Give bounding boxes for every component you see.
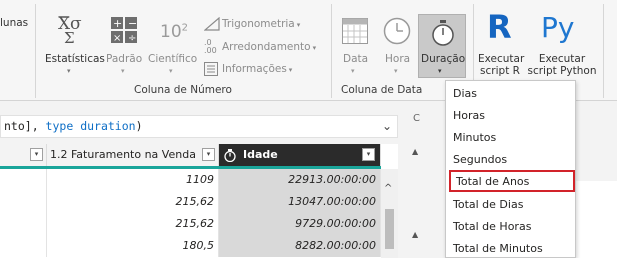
table-cell xyxy=(0,235,47,257)
time-chevron-icon: ▾ xyxy=(394,67,398,75)
ribbon-separator xyxy=(35,4,36,98)
run-r-script-label: Executar script R xyxy=(478,53,525,77)
information-label: Informações ▾ xyxy=(222,63,293,75)
column-filter-button[interactable]: ▾ xyxy=(30,148,43,161)
table-cell: 9729.00:00:00 xyxy=(219,213,381,235)
scientific-icon: 102 xyxy=(160,22,188,42)
vertical-scrollbar[interactable]: ^ xyxy=(381,169,398,258)
menu-item-total-de-minutos[interactable]: Total de Minutos xyxy=(446,238,575,258)
formula-keyword-type: type xyxy=(45,119,74,133)
scroll-up-icon[interactable]: ^ xyxy=(384,183,392,194)
rounding-text: Arredondamento xyxy=(222,41,311,53)
table-cell: 22913.00:00:00 xyxy=(219,169,381,191)
table-row: 180,5 8282.00:00:00 xyxy=(0,235,398,257)
rounding-label: Arredondamento ▾ xyxy=(222,41,317,53)
statistics-label: Estatísticas xyxy=(45,53,105,65)
menu-item-dias[interactable]: Dias xyxy=(446,83,575,105)
pane-list-area xyxy=(575,181,617,258)
ribbon-separator xyxy=(603,4,604,98)
column-header-faturamento-label: 1.2 Faturamento na Venda xyxy=(50,148,196,161)
number-column-group-label: Coluna de Número xyxy=(134,84,232,96)
collapse-triangle-icon[interactable]: ▲ xyxy=(412,230,418,239)
menu-item-total-de-horas[interactable]: Total de Horas xyxy=(446,216,575,238)
collapse-triangle-icon[interactable]: ▲ xyxy=(412,147,418,156)
standard-label: Padrão xyxy=(106,53,143,65)
date-chevron-icon: ▾ xyxy=(351,67,355,75)
svg-text:×: × xyxy=(113,33,121,44)
calendar-icon xyxy=(342,18,368,44)
scientific-chevron-icon: ▾ xyxy=(169,67,173,75)
duration-dropdown-menu: Dias Horas Minutos Segundos Total de Ano… xyxy=(445,80,576,258)
svg-text:+: + xyxy=(113,17,122,30)
svg-text:÷: ÷ xyxy=(128,33,136,44)
table-cell: 13047.00:00:00 xyxy=(219,191,381,213)
ribbon-separator xyxy=(331,4,332,98)
formula-suffix: ) xyxy=(135,119,143,133)
formula-prefix: nto], xyxy=(4,119,46,133)
menu-item-horas[interactable]: Horas xyxy=(446,105,575,127)
trigonometry-label: Trigonometria ▾ xyxy=(222,18,301,30)
table-cell xyxy=(0,169,47,191)
table-row: 215,62 13047.00:00:00 xyxy=(0,191,398,213)
svg-text:Σ: Σ xyxy=(64,29,75,44)
menu-item-total-de-dias[interactable]: Total de Dias xyxy=(446,194,575,216)
duration-label: Duração xyxy=(421,53,466,65)
pane-header-fragment: C xyxy=(413,113,420,124)
table-cell: 215,62 xyxy=(47,213,219,235)
standard-chevron-icon: ▾ xyxy=(121,67,125,75)
statistics-icon: X σ Σ xyxy=(58,14,82,44)
run-python-script-label: Executar script Python xyxy=(527,53,597,77)
table-cell: 180,5 xyxy=(47,235,219,257)
column-filter-button[interactable]: ▾ xyxy=(202,148,215,161)
scientific-icon-exponent: 2 xyxy=(181,22,189,34)
statistics-chevron-icon: ▾ xyxy=(67,67,71,75)
time-label: Hora xyxy=(385,53,411,65)
stopwatch-icon xyxy=(432,20,454,46)
duration-button[interactable]: Duração ▾ xyxy=(418,14,466,78)
trigonometry-text: Trigonometria xyxy=(222,18,295,30)
column-header-idade-label: Idade xyxy=(243,148,278,161)
clock-icon xyxy=(383,17,411,45)
table-cell: 8282.00:00:00 xyxy=(219,235,381,257)
column-filter-button[interactable]: ▾ xyxy=(362,148,375,161)
scientific-icon-base: 10 xyxy=(160,22,182,42)
truncated-column-label: lunas xyxy=(0,17,29,29)
column-header-idade[interactable]: Idade ▾ xyxy=(219,144,381,166)
information-text: Informações xyxy=(222,63,287,75)
date-column-group-label: Coluna de Data xyxy=(341,84,423,96)
table-row: 1109 22913.00:00:00 xyxy=(0,169,398,191)
table-row: 215,62 9729.00:00:00 xyxy=(0,213,398,235)
run-r-script-line1: Executar xyxy=(478,53,525,65)
menu-item-minutos[interactable]: Minutos xyxy=(446,127,575,149)
svg-text:−: − xyxy=(128,17,137,30)
formula-keyword-duration: duration xyxy=(80,119,136,133)
table-cell xyxy=(0,213,47,235)
run-python-script-line1: Executar xyxy=(538,53,586,65)
information-icon xyxy=(204,62,218,76)
trigonometry-icon xyxy=(204,17,220,31)
table-cell: 215,62 xyxy=(47,191,219,213)
column-header-previous[interactable]: ▾ xyxy=(0,144,47,166)
menu-item-segundos[interactable]: Segundos xyxy=(446,149,575,171)
data-grid: ▾ 1.2 Faturamento na Venda ▾ Idade ▾ 110… xyxy=(0,144,398,258)
duration-chevron-icon: ▾ xyxy=(438,67,442,75)
r-icon: R xyxy=(487,8,512,46)
menu-item-total-de-anos[interactable]: Total de Anos xyxy=(449,170,575,192)
run-python-script-line2: script Python xyxy=(527,65,597,77)
column-header-faturamento[interactable]: 1.2 Faturamento na Venda ▾ xyxy=(47,144,219,166)
table-cell: 1109 xyxy=(47,169,219,191)
run-r-script-line2: script R xyxy=(480,65,520,77)
expand-formula-chevron-icon[interactable]: ⌄ xyxy=(382,116,392,137)
scrollbar-thumb[interactable] xyxy=(385,209,394,249)
date-label: Data xyxy=(343,53,369,65)
rounding-icon: .0.00 xyxy=(204,38,217,55)
scientific-label: Científico xyxy=(148,53,198,65)
table-cell xyxy=(0,191,47,213)
standard-calculator-icon: + − × ÷ xyxy=(111,17,137,44)
formula-bar[interactable]: nto], type duration) ⌄ xyxy=(0,115,398,138)
duration-type-icon xyxy=(224,149,236,162)
python-icon: Py xyxy=(541,11,575,44)
